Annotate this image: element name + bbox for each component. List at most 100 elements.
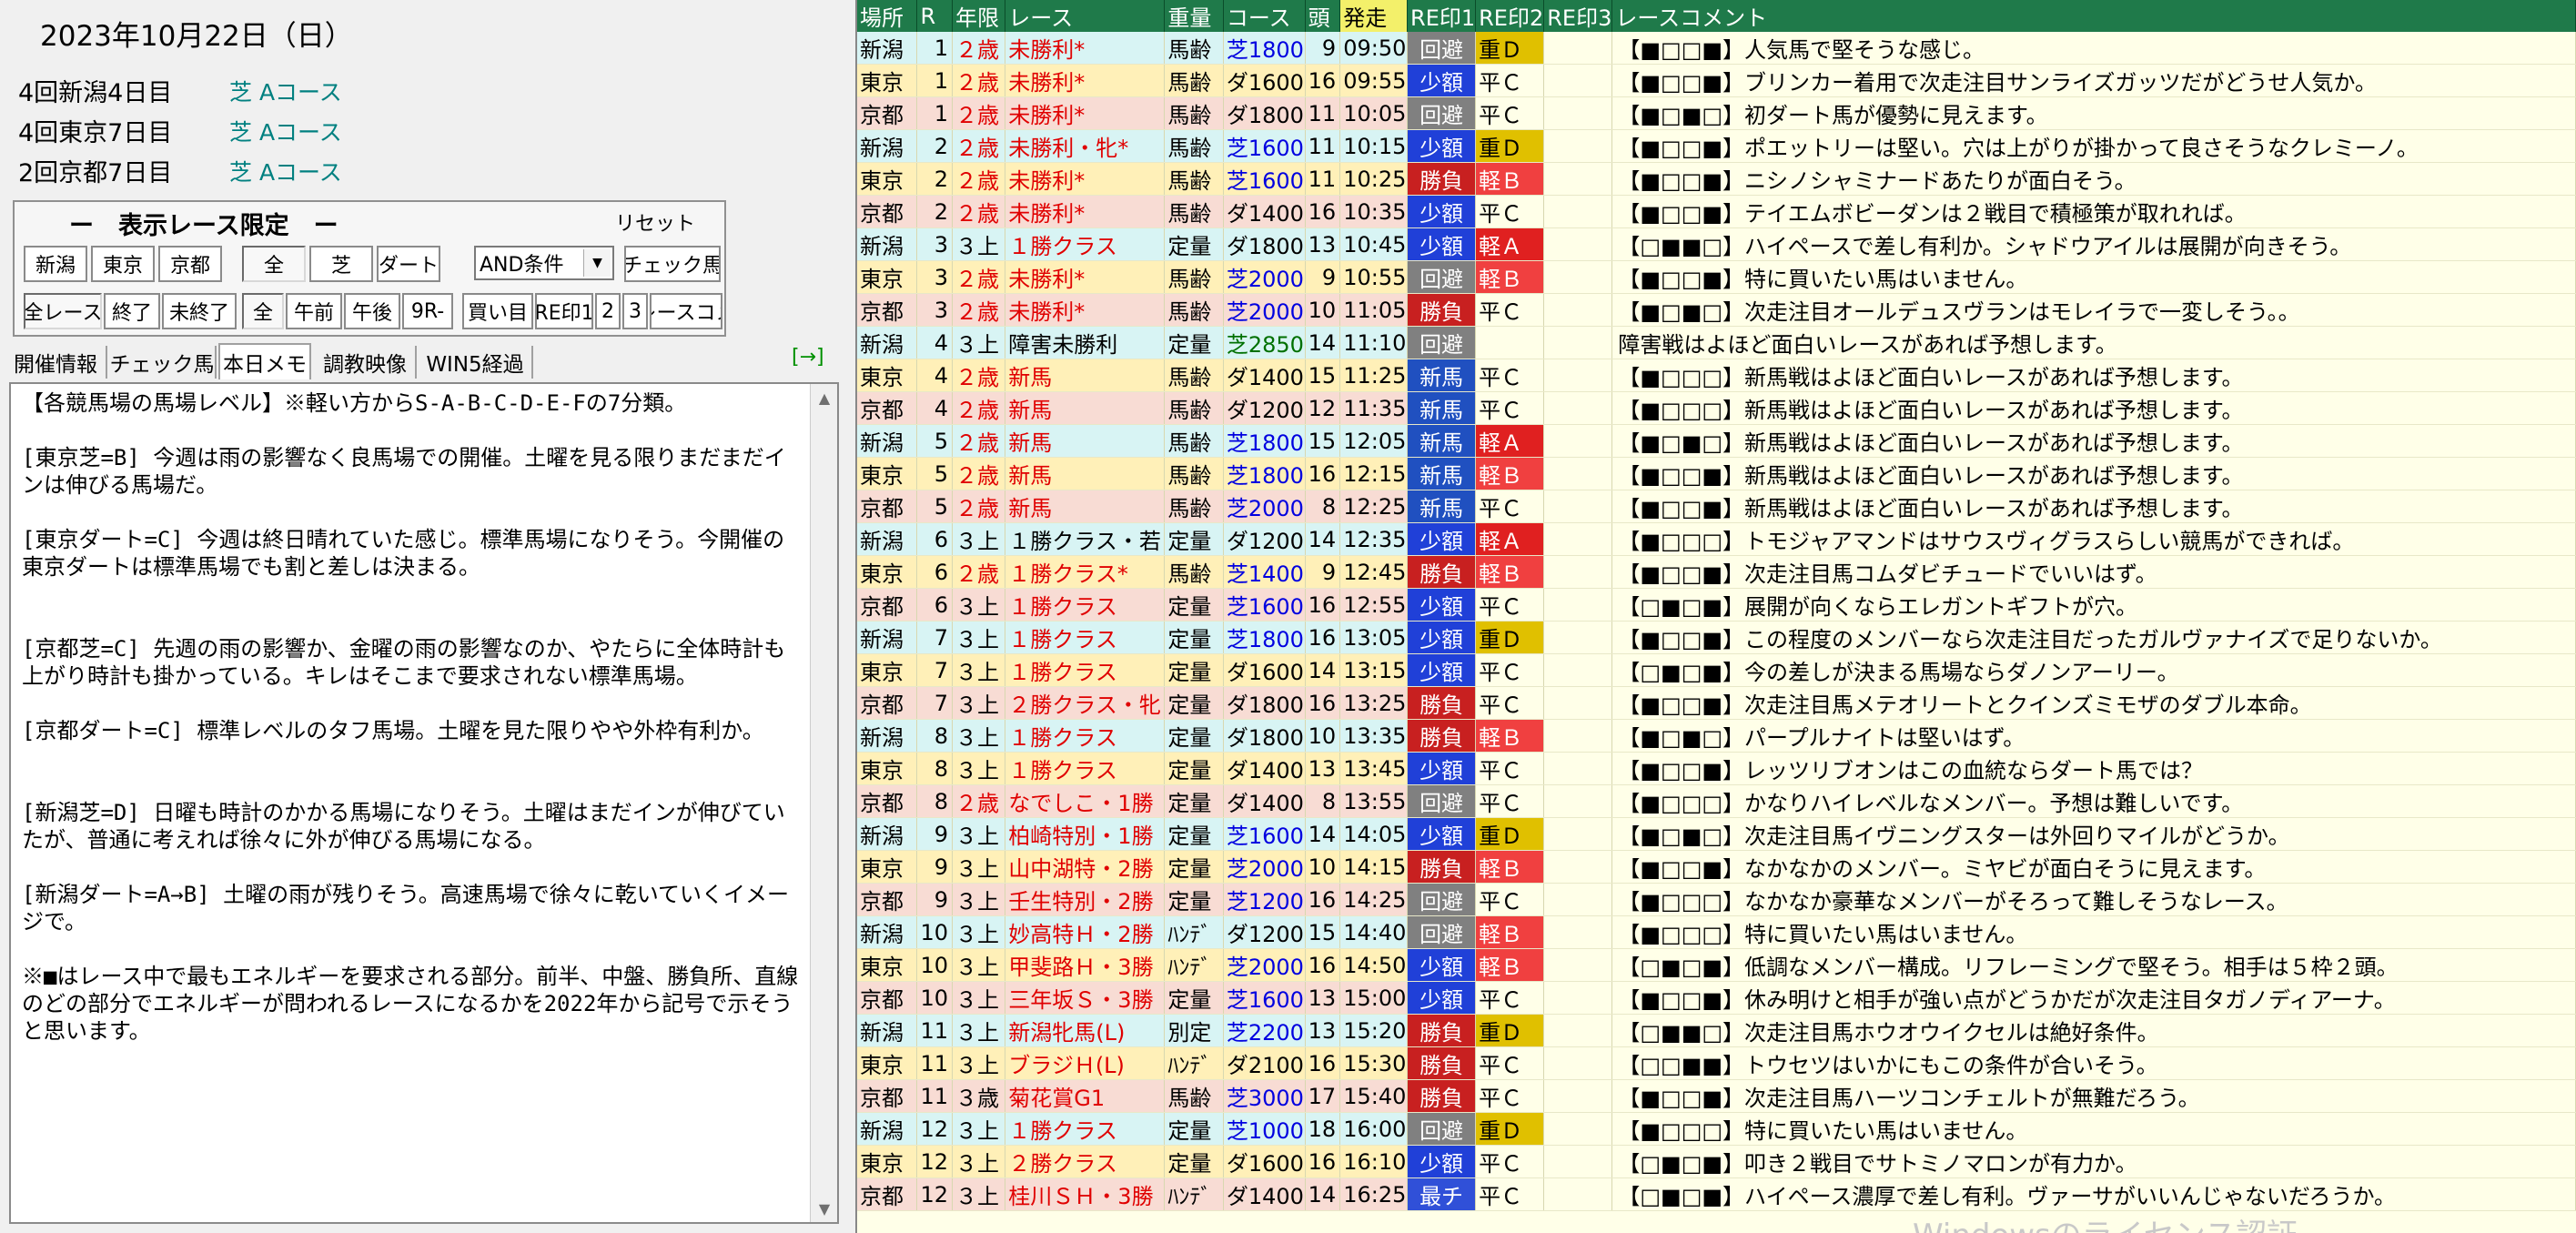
cell-race-name[interactable]: 甲斐路Ｈ・3勝 <box>1005 948 1166 982</box>
cell-re-mark1[interactable]: 新馬 <box>1407 457 1477 490</box>
cell-place[interactable]: 京都 <box>857 588 918 622</box>
tab-check-horse[interactable]: チェック馬 <box>109 346 217 379</box>
cell-re-mark1[interactable]: 新馬 <box>1407 391 1477 425</box>
cell-re-mark1[interactable]: 新馬 <box>1407 359 1477 392</box>
cell-race-comment[interactable]: 【■□□■】ブリンカー着用で次走注目サンライズガッツだがどうせ人気か。 <box>1611 64 2576 97</box>
cell-course[interactable]: 芝2000 <box>1223 850 1306 884</box>
cell-re-mark1[interactable]: 新馬 <box>1407 424 1477 458</box>
table-row[interactable]: 新潟 10 ３上 妙高特Ｈ・2勝 ﾊﾝﾃﾞ ダ1200 15 14:40 回避 軽Ｂ 【■□□□】特… <box>857 915 2576 949</box>
cell-re-mark3[interactable] <box>1543 293 1613 327</box>
cell-runners[interactable]: 16 <box>1305 457 1341 490</box>
cell-race-comment[interactable]: 【□■□■】展開が向くならエレガントギフトが穴。 <box>1611 588 2576 622</box>
cell-course[interactable]: ダ1400 <box>1223 195 1306 228</box>
cell-re-mark3[interactable] <box>1543 1177 1613 1211</box>
table-row[interactable]: 新潟 1 ２歳 未勝利* 馬齢 芝1800 9 09:50 回避 重Ｄ 【■□□■】人気馬で堅そうな… <box>857 32 2576 65</box>
cell-course[interactable]: ダ1800 <box>1223 686 1306 720</box>
cell-place[interactable]: 京都 <box>857 981 918 1015</box>
cell-place[interactable]: 京都 <box>857 293 918 327</box>
cell-race-comment[interactable]: 【■□□■】特に買いたい馬はいません。 <box>1611 260 2576 294</box>
cell-runners[interactable]: 16 <box>1305 1145 1341 1178</box>
cell-race-name[interactable]: ２勝クラス <box>1005 1145 1166 1178</box>
filter-all-time-button[interactable]: 全 <box>242 293 284 329</box>
cell-race-name[interactable]: 三年坂Ｓ・3勝 <box>1005 981 1166 1015</box>
cell-race-name[interactable]: １勝クラス <box>1005 719 1166 753</box>
tab-event-info[interactable]: 開催情報 <box>5 346 107 379</box>
cell-race-name[interactable]: 妙高特Ｈ・2勝 <box>1005 915 1166 949</box>
cell-re-mark3[interactable] <box>1543 784 1613 818</box>
cell-race-comment[interactable]: 【■□□□】なかなか豪華なメンバーがそろって難しそうなレース。 <box>1611 883 2576 916</box>
cell-post-time[interactable]: 14:40 <box>1339 915 1409 949</box>
cell-race-comment[interactable]: 【■□■□】次走注目オールデュスヴランはモレイラで一変しそう。。 <box>1611 293 2576 327</box>
cell-weight[interactable]: 馬齢 <box>1164 457 1224 490</box>
cell-weight[interactable]: 馬齢 <box>1164 293 1224 327</box>
cell-race-number[interactable]: 3 <box>916 227 954 261</box>
col-race[interactable]: レース <box>1005 0 1166 32</box>
table-row[interactable]: 東京 4 ２歳 新馬 馬齢 ダ1400 15 11:25 新馬 平Ｃ 【■□□□】新馬戦はよほど面白… <box>857 359 2576 392</box>
table-row[interactable]: 東京 5 ２歳 新馬 馬齢 芝1800 16 12:15 新馬 軽Ｂ 【■□□■】新馬戦はよほど面白… <box>857 457 2576 490</box>
cell-runners[interactable]: 14 <box>1305 326 1341 359</box>
cell-race-name[interactable]: 山中湖特・2勝 <box>1005 850 1166 884</box>
cell-place[interactable]: 京都 <box>857 195 918 228</box>
cell-re-mark2[interactable]: 平Ｃ <box>1475 981 1545 1015</box>
cell-course[interactable]: 芝1600 <box>1223 162 1306 196</box>
cell-post-time[interactable]: 14:05 <box>1339 817 1409 851</box>
cell-re-mark1[interactable]: 少額 <box>1407 817 1477 851</box>
cell-course[interactable]: 芝1800 <box>1223 621 1306 654</box>
cell-re-mark3[interactable] <box>1543 1112 1613 1146</box>
cell-race-number[interactable]: 2 <box>916 195 954 228</box>
cell-weight[interactable]: 馬齢 <box>1164 64 1224 97</box>
cell-place[interactable]: 新潟 <box>857 129 918 163</box>
cell-post-time[interactable]: 12:25 <box>1339 490 1409 523</box>
cell-place[interactable]: 新潟 <box>857 915 918 949</box>
cell-runners[interactable]: 16 <box>1305 686 1341 720</box>
cell-re-mark2[interactable]: 平Ｃ <box>1475 1177 1545 1211</box>
cell-re-mark3[interactable] <box>1543 260 1613 294</box>
cell-race-comment[interactable]: 【■□□■】この程度のメンバーなら次走注目だったガルヴァナイズで足りないか。 <box>1611 621 2576 654</box>
cell-re-mark1[interactable]: 少額 <box>1407 752 1477 785</box>
table-row[interactable]: 東京 2 ２歳 未勝利* 馬齢 芝1600 11 10:25 勝負 軽Ｂ 【■□□■】ニシノシャミナ… <box>857 162 2576 196</box>
cell-course[interactable]: 芝1600 <box>1223 817 1306 851</box>
cell-race-number[interactable]: 4 <box>916 326 954 359</box>
cell-runners[interactable]: 15 <box>1305 915 1341 949</box>
cell-runners[interactable]: 12 <box>1305 391 1341 425</box>
cell-place[interactable]: 京都 <box>857 784 918 818</box>
cell-place[interactable]: 東京 <box>857 1046 918 1080</box>
cell-race-number[interactable]: 1 <box>916 96 954 130</box>
cell-race-number[interactable]: 1 <box>916 64 954 97</box>
cell-course[interactable]: 芝1600 <box>1223 588 1306 622</box>
cell-re-mark3[interactable] <box>1543 817 1613 851</box>
filter-all-track-button[interactable]: 全 <box>242 246 306 282</box>
cell-age[interactable]: ３歳 <box>952 1079 1006 1113</box>
cell-weight[interactable]: 定量 <box>1164 719 1224 753</box>
cell-weight[interactable]: 馬齢 <box>1164 490 1224 523</box>
cell-re-mark1[interactable]: 勝負 <box>1407 162 1477 196</box>
table-row[interactable]: 新潟 6 ３上 １勝クラス・若 定量 ダ1200 14 12:35 少額 軽Ａ 【■□□□】トモジャ… <box>857 522 2576 556</box>
cell-re-mark2[interactable]: 軽Ｂ <box>1475 457 1545 490</box>
cell-post-time[interactable]: 10:25 <box>1339 162 1409 196</box>
cell-place[interactable]: 新潟 <box>857 227 918 261</box>
cell-race-name[interactable]: 障害未勝利 <box>1005 326 1166 359</box>
cell-post-time[interactable]: 10:05 <box>1339 96 1409 130</box>
cell-race-name[interactable]: １勝クラス <box>1005 1112 1166 1146</box>
cell-re-mark2[interactable]: 軽Ｂ <box>1475 162 1545 196</box>
cell-re-mark1[interactable]: 勝負 <box>1407 1079 1477 1113</box>
cell-age[interactable]: ３上 <box>952 653 1006 687</box>
cell-race-number[interactable]: 6 <box>916 522 954 556</box>
table-row[interactable]: 東京 11 ３上 ブラジＨ(L) ﾊﾝﾃﾞ ダ2100 16 15:30 勝負 平Ｃ 【□□■■】ト… <box>857 1046 2576 1080</box>
bets-button[interactable]: 買い目 <box>462 293 533 329</box>
cell-place[interactable]: 東京 <box>857 653 918 687</box>
cell-weight[interactable]: 馬齢 <box>1164 32 1224 65</box>
cell-age[interactable]: ３上 <box>952 883 1006 916</box>
filter-all-races-button[interactable]: 全レース <box>24 293 102 329</box>
cell-race-comment[interactable]: 【■□□□】特に買いたい馬はいません。 <box>1611 915 2576 949</box>
cell-course[interactable]: 芝1000 <box>1223 1112 1306 1146</box>
re-mark3-button[interactable]: 3 <box>622 293 648 329</box>
cell-re-mark2[interactable]: 平Ｃ <box>1475 588 1545 622</box>
table-row[interactable]: 京都 3 ２歳 未勝利* 馬齢 芝2000 10 11:05 勝負 平Ｃ 【■□■□】次走注目オール… <box>857 293 2576 327</box>
cell-re-mark2[interactable]: 軽Ｂ <box>1475 260 1545 294</box>
cell-place[interactable]: 新潟 <box>857 522 918 556</box>
col-re-mark2[interactable]: RE印2 <box>1475 0 1545 32</box>
col-course[interactable]: コース <box>1223 0 1306 32</box>
cell-age[interactable]: ２歳 <box>952 64 1006 97</box>
cell-race-name[interactable]: 新馬 <box>1005 457 1166 490</box>
